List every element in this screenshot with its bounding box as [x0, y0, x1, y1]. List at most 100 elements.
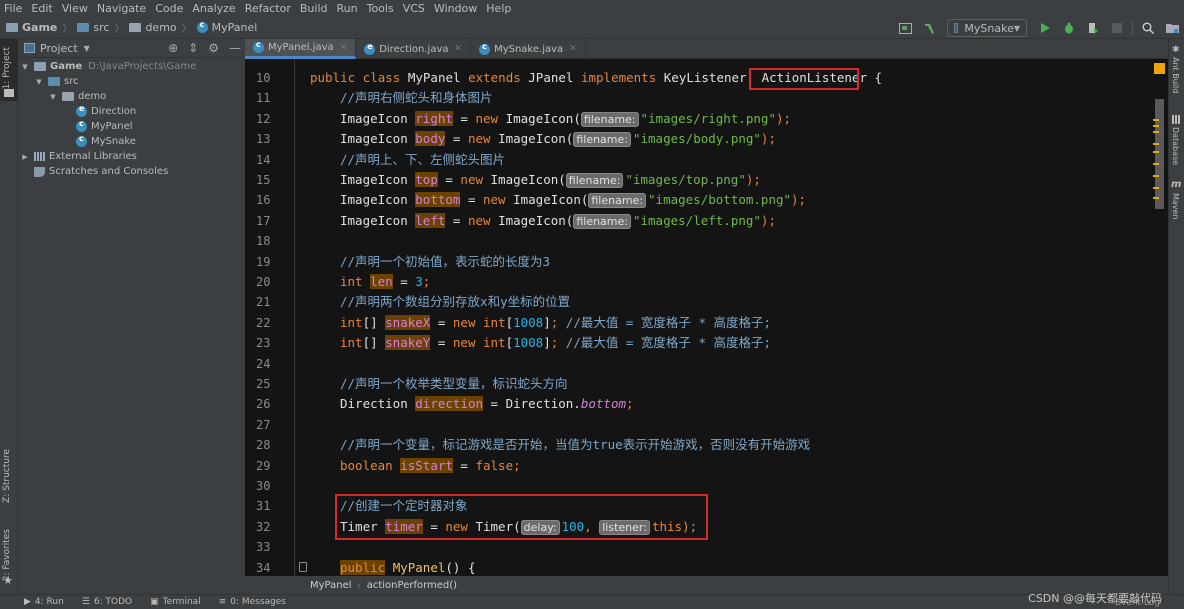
terminal-icon: ▣ — [150, 597, 159, 607]
close-icon[interactable]: ✕ — [455, 44, 463, 54]
menu-navigate[interactable]: Navigate — [97, 2, 146, 15]
scroll-thumb[interactable] — [1155, 99, 1164, 209]
menu-code[interactable]: Code — [155, 2, 183, 15]
code-line-21: 21//声明两个数组分别存放x和y坐标的位置 — [256, 294, 571, 310]
marker[interactable] — [1153, 175, 1159, 177]
menu-window[interactable]: Window — [434, 2, 477, 15]
tree-item-demo[interactable]: ▼ demo — [18, 89, 245, 104]
tree-item-mysnake[interactable]: MySnake — [18, 134, 245, 149]
close-icon[interactable]: ✕ — [569, 44, 577, 54]
crumb-demo[interactable]: demo — [129, 21, 177, 34]
code-line-11: 11//声明右侧蛇头和身体图片 — [256, 90, 493, 106]
code-line-26: 26 Direction direction = Direction.bottom… — [256, 396, 634, 412]
coverage-icon[interactable] — [1086, 21, 1100, 35]
menu-build[interactable]: Build — [300, 2, 328, 15]
project-structure-icon[interactable] — [898, 21, 912, 35]
warning-indicator-icon[interactable] — [1154, 63, 1165, 74]
chevron-down-icon[interactable]: ▼ — [84, 44, 90, 53]
tree-item-mypanel[interactable]: MyPanel — [18, 119, 245, 134]
crumb-game[interactable]: Game — [6, 21, 57, 34]
code-line-12: 12 ImageIcon right = new ImageIcon(filena… — [256, 110, 792, 127]
tree-item-scratches[interactable]: Scratches and Consoles — [18, 164, 245, 179]
menu-view[interactable]: View — [62, 2, 88, 15]
marker[interactable] — [1153, 197, 1159, 199]
parameter-hint: filename: — [588, 193, 647, 209]
menu-tools[interactable]: Tools — [367, 2, 394, 15]
marker[interactable] — [1153, 131, 1159, 133]
enum-icon — [364, 42, 376, 55]
expand-arrow-icon[interactable]: ▼ — [48, 93, 58, 101]
project-folder-icon — [6, 23, 18, 32]
project-tree: ▼GameD:\JavaProjects\Game ▼src ▼demo Dir… — [18, 58, 245, 179]
menu-file[interactable]: File — [4, 2, 22, 15]
breadcrumb-method[interactable]: actionPerformed() — [367, 580, 457, 591]
crumb-mypanel[interactable]: MyPanel — [196, 20, 257, 34]
toolbar-divider — [1132, 21, 1133, 35]
tool-tab-maven[interactable]: Maven — [1171, 193, 1180, 220]
tree-item-direction[interactable]: Direction — [18, 104, 245, 119]
tree-item-external-libraries[interactable]: ▶ External Libraries — [18, 149, 245, 164]
marker[interactable] — [1153, 143, 1159, 145]
marker[interactable] — [1153, 151, 1159, 153]
marker[interactable] — [1153, 187, 1159, 189]
tool-tab-structure[interactable]: Z: Structure — [2, 449, 12, 503]
code-line-20: 20 int len = 3; — [256, 274, 431, 289]
tool-tab-run[interactable]: ▶ 4: Run — [24, 597, 64, 607]
code-line-25: 25//声明一个枚举类型变量，标识蛇头方向 — [256, 376, 568, 391]
editor-scrollbar[interactable] — [1153, 59, 1168, 576]
menu-run[interactable]: Run — [337, 2, 358, 15]
project-view-selector[interactable]: Project — [40, 42, 78, 55]
tool-tab-todo[interactable]: ☰ 6: TODO — [82, 597, 132, 607]
collapse-arrow-icon[interactable]: ▶ — [20, 153, 30, 161]
tab-direction[interactable]: Direction.java✕ — [356, 39, 472, 59]
menu-help[interactable]: Help — [486, 2, 511, 15]
breadcrumb-class[interactable]: MyPanel — [310, 580, 352, 591]
chevron-down-icon: ▼ — [1013, 23, 1020, 33]
stop-icon[interactable] — [1110, 21, 1124, 35]
search-icon[interactable] — [1141, 21, 1155, 35]
code-line-23: 23 int[] snakeY = new int[1008]; //最大值 = … — [256, 335, 772, 351]
parameter-hint: filename: — [573, 132, 631, 148]
crumb-src[interactable]: src — [77, 21, 109, 34]
code-line-33: 33 — [256, 540, 271, 555]
collapse-all-icon[interactable]: ⇕ — [188, 41, 198, 55]
tool-tab-messages[interactable]: ≡ 0: Messages — [219, 597, 286, 607]
chevron-right-icon: 〉 — [62, 24, 73, 35]
build-hammer-icon[interactable] — [922, 21, 936, 35]
chevron-right-icon: › — [357, 580, 361, 590]
tool-tab-database[interactable]: Database — [1171, 127, 1180, 165]
close-icon[interactable]: ✕ — [340, 43, 348, 53]
tree-item-game[interactable]: ▼ Game D:\JavaProjects\Game — [18, 59, 245, 74]
code-line-10: 10 public class MyPanel extends JPanel im… — [256, 70, 883, 85]
menu-edit[interactable]: Edit — [31, 2, 52, 15]
run-config-select[interactable]: MySnake ▼ — [947, 19, 1027, 37]
tool-tab-project[interactable]: 1: Project — [2, 47, 12, 89]
code-line-18: 18 — [256, 234, 271, 249]
code-editor[interactable]: 10 public class MyPanel extends JPanel im… — [245, 59, 1153, 576]
expand-arrow-icon[interactable]: ▼ — [20, 63, 30, 71]
menu-vcs[interactable]: VCS — [403, 2, 425, 15]
code-line-34: 34 public MyPanel() { — [256, 559, 476, 575]
tool-tab-terminal[interactable]: ▣ Terminal — [150, 597, 201, 607]
tab-mypanel[interactable]: MyPanel.java✕ — [245, 39, 357, 59]
class-icon — [253, 40, 264, 53]
highlight-box-actionlistener — [749, 68, 859, 90]
menu-analyze[interactable]: Analyze — [192, 2, 235, 15]
run-icon[interactable] — [1038, 21, 1052, 35]
expand-arrow-icon[interactable]: ▼ — [34, 78, 44, 86]
project-settings-icon[interactable] — [1165, 21, 1179, 35]
minimize-icon[interactable]: — — [229, 41, 241, 55]
marker[interactable] — [1153, 163, 1159, 165]
tree-item-src[interactable]: ▼ src — [18, 74, 245, 89]
marker[interactable] — [1153, 119, 1159, 121]
app-icon — [954, 23, 959, 33]
debug-bug-icon[interactable] — [1062, 21, 1076, 35]
code-line-19: 19//声明一个初始值，表示蛇的长度为3 — [256, 253, 551, 269]
tool-tab-ant-build[interactable]: Ant Build — [1171, 57, 1180, 93]
marker[interactable] — [1153, 125, 1159, 127]
tab-mysnake[interactable]: MySnake.java✕ — [471, 39, 586, 59]
menu-refactor[interactable]: Refactor — [245, 2, 291, 15]
gear-icon[interactable]: ⚙ — [208, 41, 219, 55]
locate-icon[interactable]: ⊕ — [168, 41, 178, 55]
messages-icon: ≡ — [218, 597, 227, 607]
